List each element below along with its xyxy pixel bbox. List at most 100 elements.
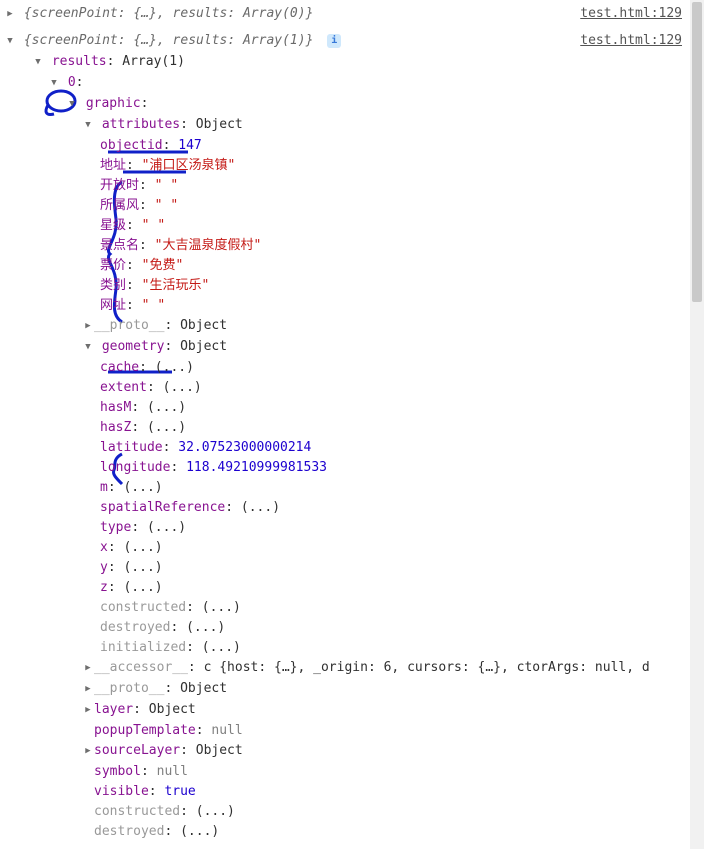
tree-row-proto[interactable]: __proto__: Object [4,316,704,337]
property-key: results [52,54,107,69]
property-value: Object [196,117,243,132]
tree-row-layer[interactable]: layer: Object [4,700,704,721]
tree-row[interactable]: popupTemplate: null [4,721,704,741]
getter-ellipsis[interactable]: (...) [241,500,280,515]
property-key: __proto__ [94,681,164,696]
getter-ellipsis[interactable]: (...) [186,620,225,635]
property-key: __accessor__ [94,660,188,675]
property-value: "浦口区汤泉镇" [142,158,236,173]
property-key: objectid [100,138,163,153]
expand-toggle[interactable] [4,4,16,25]
property-value: c {host: {…}, _origin: 6, cursors: {…}, … [204,660,650,675]
tree-row[interactable]: latitude: 32.07523000000214 [4,438,704,458]
getter-ellipsis[interactable]: (...) [163,380,202,395]
tree-row-geometry[interactable]: geometry: Object [4,337,704,358]
property-value: Object [180,339,227,354]
tree-row[interactable]: y: (...) [4,558,704,578]
tree-row[interactable]: cache: (...) [4,358,704,378]
tree-row[interactable]: hasZ: (...) [4,418,704,438]
property-key: constructed [94,804,180,819]
tree-row-attributes[interactable]: attributes: Object [4,115,704,136]
property-value: "免费" [142,258,184,273]
expand-toggle[interactable] [82,115,94,136]
expand-toggle[interactable] [82,316,94,337]
getter-ellipsis[interactable]: (...) [196,804,235,819]
tree-row[interactable]: spatialReference: (...) [4,498,704,518]
tree-row[interactable]: 网址: " " [4,296,704,316]
tree-row[interactable]: destroyed: (...) [4,822,704,842]
property-key: attributes [102,117,180,132]
expand-toggle[interactable] [32,52,44,73]
getter-ellipsis[interactable]: (...) [123,480,162,495]
tree-row-sourcelayer[interactable]: sourceLayer: Object [4,741,704,762]
property-value: " " [142,298,165,313]
tree-row[interactable]: m: (...) [4,478,704,498]
property-key: destroyed [100,620,170,635]
tree-row[interactable]: symbol: null [4,762,704,782]
tree-row-accessor[interactable]: __accessor__: c {host: {…}, _origin: 6, … [4,658,704,679]
tree-row[interactable]: objectid: 147 [4,136,704,156]
tree-row[interactable]: 票价: "免费" [4,256,704,276]
property-key: symbol [94,764,141,779]
tree-row[interactable]: longitude: 118.49210999981533 [4,458,704,478]
property-key: 景点名 [100,238,139,253]
property-key: destroyed [94,824,164,839]
tree-row-results[interactable]: results: Array(1) [4,52,704,73]
tree-row[interactable]: extent: (...) [4,378,704,398]
getter-ellipsis[interactable]: (...) [147,400,186,415]
property-key: __proto__ [94,318,164,333]
property-key: 类别 [100,278,126,293]
expand-toggle[interactable] [82,679,94,700]
tree-row[interactable]: z: (...) [4,578,704,598]
property-value: " " [155,198,178,213]
log-entry-collapsed[interactable]: test.html:129 {screenPoint: {…}, results… [4,4,704,25]
getter-ellipsis[interactable]: (...) [147,420,186,435]
getter-ellipsis[interactable]: (...) [123,560,162,575]
tree-row-graphic[interactable]: graphic: [4,94,704,115]
expand-toggle[interactable] [82,658,94,679]
tree-row[interactable]: type: (...) [4,518,704,538]
tree-row-index-0[interactable]: 0: [4,73,704,94]
tree-row[interactable]: initialized: (...) [4,638,704,658]
tree-row[interactable]: 开放时: " " [4,176,704,196]
expand-toggle[interactable] [82,337,94,358]
getter-ellipsis[interactable]: (...) [155,360,194,375]
tree-row[interactable]: hasM: (...) [4,398,704,418]
tree-row[interactable]: 类别: "生活玩乐" [4,276,704,296]
tree-row[interactable]: 所属风: " " [4,196,704,216]
tree-row[interactable]: constructed: (...) [4,802,704,822]
property-key: 开放时 [100,178,139,193]
expand-toggle[interactable] [66,94,78,115]
log-summary: {screenPoint: {…}, results: Array(1)} [24,33,314,48]
property-value: 118.49210999981533 [186,460,327,475]
log-entry-expanded-header[interactable]: {screenPoint: {…}, results: Array(1)} i [4,31,704,52]
getter-ellipsis[interactable]: (...) [202,600,241,615]
tree-row[interactable]: 星级: " " [4,216,704,236]
tree-row[interactable]: 景点名: "大吉温泉度假村" [4,236,704,256]
expand-toggle[interactable] [48,73,60,94]
property-key: spatialReference [100,500,225,515]
property-key: extent [100,380,147,395]
expand-toggle[interactable] [4,31,16,52]
property-key: visible [94,784,149,799]
property-value: " " [155,178,178,193]
property-key: 网址 [100,298,126,313]
getter-ellipsis[interactable]: (...) [123,580,162,595]
expand-toggle[interactable] [82,700,94,721]
property-key: geometry [102,339,165,354]
getter-ellipsis[interactable]: (...) [123,540,162,555]
tree-row[interactable]: constructed: (...) [4,598,704,618]
property-key: hasZ [100,420,131,435]
info-icon[interactable]: i [327,34,341,48]
getter-ellipsis[interactable]: (...) [147,520,186,535]
tree-row[interactable]: 地址: "浦口区汤泉镇" [4,156,704,176]
tree-row[interactable]: destroyed: (...) [4,618,704,638]
getter-ellipsis[interactable]: (...) [202,640,241,655]
tree-row-proto[interactable]: __proto__: Object [4,679,704,700]
tree-row[interactable]: x: (...) [4,538,704,558]
getter-ellipsis[interactable]: (...) [180,824,219,839]
tree-row[interactable]: visible: true [4,782,704,802]
devtools-console: { "source_link": "test.html:129", "log1_… [0,0,704,849]
expand-toggle[interactable] [82,741,94,762]
source-link[interactable]: test.html:129 [580,4,682,24]
